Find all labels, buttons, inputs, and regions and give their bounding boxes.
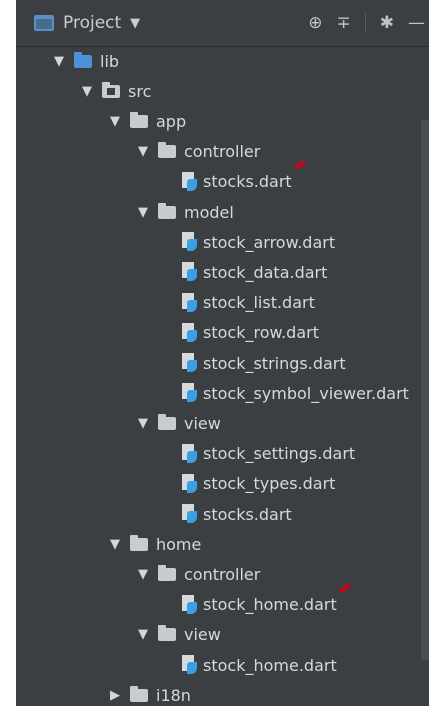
tree-file-row[interactable]: stock_symbol_viewer.dart (182, 378, 409, 408)
expand-arrow-icon[interactable]: ▼ (106, 114, 124, 129)
tree-folder-row[interactable]: ▼ app (106, 106, 186, 136)
tree-folder-row[interactable]: ▼ lib (50, 46, 119, 76)
tree-item-label: stock_row.dart (203, 323, 319, 343)
dart-file-icon (182, 171, 197, 192)
project-icon (34, 15, 54, 31)
expand-arrow-icon[interactable]: ▼ (134, 627, 152, 642)
tree-folder-row[interactable]: ▼ model (134, 197, 234, 227)
tree-file-row[interactable]: stock_home.dart (182, 582, 352, 620)
folder-icon (130, 534, 148, 551)
dart-file-icon (182, 655, 197, 675)
tree-file-row[interactable]: stock_list.dart (182, 288, 315, 318)
tree-file-row[interactable]: stocks.dart (182, 160, 307, 197)
expand-arrow-icon[interactable]: ▼ (134, 567, 152, 582)
toolbar-divider (364, 13, 366, 33)
target-icon[interactable]: ⊕ (308, 13, 322, 33)
dart-file-icon (182, 353, 197, 373)
tree-file-row[interactable]: stock_row.dart (182, 318, 319, 348)
red-marker-annotation (293, 160, 307, 170)
folder-icon (158, 625, 176, 642)
tree-folder-row[interactable]: ▼ home (106, 529, 201, 559)
collapse-icon[interactable]: ∓ (337, 13, 351, 33)
tree-file-row[interactable]: stock_data.dart (182, 257, 327, 287)
tree-file-row[interactable]: stock_home.dart (182, 650, 337, 680)
tree-item-label: stock_arrow.dart (203, 232, 336, 252)
dart-file-icon (182, 232, 197, 252)
collapse-arrow-icon[interactable]: ▶ (106, 688, 124, 703)
tree-item-label: view (184, 625, 221, 645)
expand-arrow-icon[interactable]: ▼ (134, 205, 152, 220)
dart-file-icon (182, 322, 197, 343)
tree-item-label: i18n (156, 685, 191, 705)
tree-folder-row[interactable]: ▼ controller (134, 137, 260, 167)
tree-item-label: home (156, 534, 202, 554)
tree-item-label: app (156, 111, 187, 131)
expand-arrow-icon[interactable]: ▼ (50, 54, 68, 69)
tree-item-label: stock_strings.dart (203, 353, 346, 373)
panel-title: Project (63, 13, 122, 33)
tree-item-label: src (128, 81, 152, 101)
tree-item-label: controller (184, 564, 261, 584)
expand-arrow-icon[interactable]: ▼ (134, 144, 152, 159)
gear-icon[interactable]: ✱ (380, 13, 394, 33)
tree-folder-row[interactable]: ▼ src (78, 76, 151, 106)
tree-item-label: stock_types.dart (203, 474, 336, 494)
folder-icon (102, 81, 120, 98)
scrollbar[interactable] (421, 120, 429, 660)
folder-icon (158, 202, 176, 219)
project-view-selector[interactable]: Project ▼ (34, 10, 140, 36)
tree-item-label: stock_data.dart (203, 262, 328, 282)
dart-file-icon (182, 594, 197, 615)
tree-file-row[interactable]: stock_settings.dart (182, 439, 355, 469)
red-marker-annotation (338, 582, 352, 593)
tree-item-label: lib (100, 51, 120, 71)
tree-item-label: stock_settings.dart (203, 444, 356, 464)
tree-item-label: view (184, 413, 221, 433)
tree-file-row[interactable]: stock_arrow.dart (182, 227, 335, 257)
dart-file-icon (182, 443, 197, 464)
tree-file-row[interactable]: stock_types.dart (182, 469, 335, 499)
project-panel: Project ▼ ⊕ ∓ ✱ — ▼ lib ▼ src ▼ app ▼ controlle… (16, 0, 429, 706)
folder-icon (130, 685, 148, 702)
expand-arrow-icon[interactable]: ▼ (78, 84, 96, 99)
tree-folder-row[interactable]: ▼ controller (134, 559, 260, 589)
tree-folder-row[interactable]: ▼ view (134, 620, 221, 650)
tree-item-label: controller (184, 142, 261, 162)
dart-file-icon (182, 473, 197, 494)
tree-file-row[interactable]: stocks.dart (182, 499, 292, 529)
minimize-icon[interactable]: — (408, 13, 425, 33)
tree-item-label: model (184, 202, 234, 222)
tree-item-label: stock_home.dart (203, 655, 337, 675)
dart-file-icon (182, 262, 197, 282)
folder-icon (74, 51, 92, 68)
tree-file-row[interactable]: stock_strings.dart (182, 348, 346, 378)
chevron-down-icon[interactable]: ▼ (130, 16, 140, 31)
dart-file-icon (182, 383, 197, 403)
tree-item-label: stocks.dart (203, 172, 292, 192)
tree-item-label: stock_home.dart (203, 595, 337, 615)
dart-file-icon (182, 292, 197, 313)
folder-icon (158, 564, 176, 581)
tree-folder-row[interactable]: ▶ i18n (106, 680, 191, 706)
tree-item-label: stock_list.dart (203, 293, 315, 313)
folder-icon (130, 111, 148, 128)
dart-file-icon (182, 504, 197, 524)
tree-folder-row[interactable]: ▼ view (134, 408, 221, 438)
folder-icon (158, 142, 176, 159)
tree-item-label: stocks.dart (203, 504, 292, 524)
panel-header: Project ▼ ⊕ ∓ ✱ — (16, 0, 429, 47)
panel-toolbar: ⊕ ∓ ✱ — (294, 10, 425, 36)
expand-arrow-icon[interactable]: ▼ (134, 416, 152, 431)
folder-icon (158, 413, 176, 430)
expand-arrow-icon[interactable]: ▼ (106, 537, 124, 552)
tree-item-label: stock_symbol_viewer.dart (203, 383, 409, 403)
